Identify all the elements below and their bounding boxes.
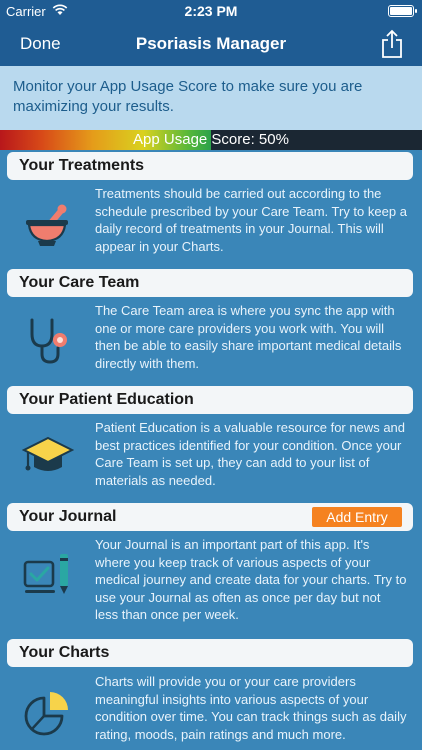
section-title: Your Treatments	[19, 157, 145, 174]
page-title: Psoriasis Manager	[135, 34, 287, 53]
section-description: Charts will provide you or your care pro…	[95, 674, 407, 742]
section-description: The Care Team area is where you sync the…	[95, 303, 402, 371]
journal-check-icon	[23, 554, 68, 594]
status-bar: Carrier 2:23 PM	[0, 0, 422, 22]
pie-chart-icon	[24, 692, 68, 736]
graduation-cap-icon	[22, 436, 74, 471]
section-description: Treatments should be carried out accordi…	[95, 186, 407, 254]
mortar-pestle-icon	[26, 204, 68, 246]
section-header-journal[interactable]: Your Journal Add Entry	[7, 503, 413, 531]
navigation-bar: Done Psoriasis Manager	[0, 22, 422, 66]
section-header-care-team[interactable]: Your Care Team	[7, 269, 413, 297]
section-header-treatments[interactable]: Your Treatments	[7, 152, 413, 180]
share-icon[interactable]	[380, 29, 404, 59]
section-header-charts[interactable]: Your Charts	[7, 639, 413, 667]
status-time: 2:23 PM	[184, 3, 238, 19]
app-usage-score-bar: App Usage Score: 50%	[0, 130, 422, 150]
section-title: Your Charts	[19, 644, 110, 661]
section-title: Your Care Team	[19, 274, 140, 291]
section-description: Patient Education is a valuable resource…	[95, 420, 406, 488]
section-header-patient-education[interactable]: Your Patient Education	[7, 386, 413, 414]
section-title: Your Patient Education	[19, 391, 194, 408]
banner-text: Monitor your App Usage Score to make sur…	[13, 78, 363, 115]
section-description: Your Journal is an important part of thi…	[95, 537, 407, 622]
app-usage-score-label: App Usage Score: 50%	[133, 131, 289, 148]
add-entry-button[interactable]: Add Entry	[312, 507, 402, 527]
section-title: Your Journal	[19, 508, 117, 525]
stethoscope-icon	[30, 318, 67, 364]
usage-info-banner: Monitor your App Usage Score to make sur…	[0, 66, 422, 130]
battery-icon	[388, 5, 417, 17]
